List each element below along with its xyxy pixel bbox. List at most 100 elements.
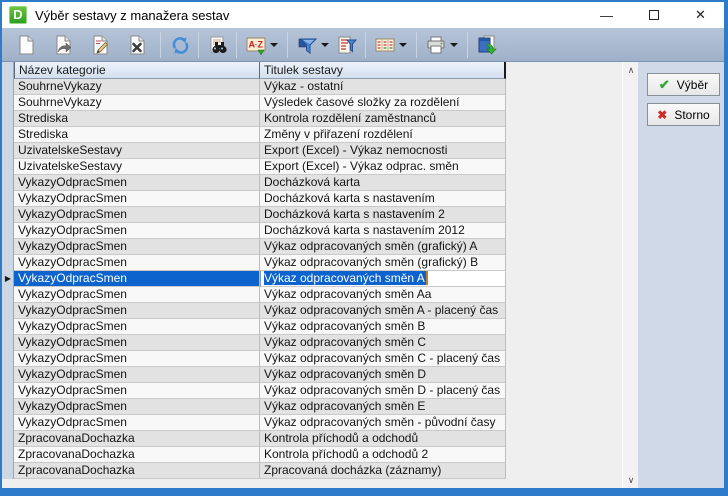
category-cell[interactable]: SouhrneVykazy bbox=[14, 79, 260, 95]
table-row[interactable]: StrediskaKontrola rozdělení zaměstnanců bbox=[14, 111, 506, 127]
table-row[interactable]: ZpracovanaDochazkaKontrola příchodů a od… bbox=[14, 447, 506, 463]
copy-report-button[interactable] bbox=[49, 31, 76, 59]
close-button[interactable]: ✕ bbox=[677, 2, 724, 28]
print-dropdown-icon[interactable] bbox=[450, 43, 458, 47]
table-row[interactable]: VykazyOdpracSmenVýkaz odpracovaných směn… bbox=[14, 287, 506, 303]
category-cell[interactable]: VykazyOdpracSmen bbox=[14, 415, 260, 431]
table-row[interactable]: VykazyOdpracSmenVýkaz odpracovaných směn… bbox=[14, 255, 506, 271]
table-row[interactable]: VykazyOdpracSmenVýkaz odpracovaných směn… bbox=[14, 383, 506, 399]
column-layout-button[interactable] bbox=[371, 31, 398, 59]
table-row[interactable]: VykazyOdpracSmenVýkaz odpracovaných směn… bbox=[14, 335, 506, 351]
table-row[interactable]: StrediskaZměny v přiřazení rozdělení bbox=[14, 127, 506, 143]
title-cell[interactable]: Výkaz odpracovaných směn - původní časy bbox=[260, 415, 506, 431]
table-row[interactable]: VykazyOdpracSmenVýkaz odpracovaných směn… bbox=[14, 399, 506, 415]
category-cell[interactable]: Strediska bbox=[14, 127, 260, 143]
title-cell[interactable]: Výkaz odpracovaných směn A - placený čas bbox=[260, 303, 506, 319]
minimize-button[interactable]: — bbox=[583, 2, 630, 28]
category-cell[interactable]: UzivatelskeSestavy bbox=[14, 143, 260, 159]
edit-report-button[interactable] bbox=[86, 31, 113, 59]
title-cell[interactable]: Výsledek časové složky za rozdělení bbox=[260, 95, 506, 111]
filter-settings-button[interactable] bbox=[333, 31, 360, 59]
table-row[interactable]: VykazyOdpracSmenVýkaz odpracovaných směn… bbox=[14, 415, 506, 431]
table-row[interactable]: VykazyOdpracSmenVýkaz odpracovaných směn… bbox=[14, 351, 506, 367]
table-row[interactable]: ZpracovanaDochazkaZpracovaná docházka (z… bbox=[14, 463, 506, 479]
category-cell[interactable]: VykazyOdpracSmen bbox=[14, 223, 260, 239]
table-row[interactable]: UzivatelskeSestavyExport (Excel) - Výkaz… bbox=[14, 159, 506, 175]
sort-dropdown-icon[interactable] bbox=[270, 43, 278, 47]
title-cell[interactable]: Export (Excel) - Výkaz odprac. směn bbox=[260, 159, 506, 175]
new-report-button[interactable] bbox=[12, 31, 39, 59]
category-cell[interactable]: VykazyOdpracSmen bbox=[14, 319, 260, 335]
table-row[interactable]: VykazyOdpracSmenVýkaz odpracovaných směn… bbox=[14, 367, 506, 383]
title-cell[interactable]: Výkaz odpracovaných směn A bbox=[260, 271, 506, 287]
table-row[interactable]: ZpracovanaDochazkaKontrola příchodů a od… bbox=[14, 431, 506, 447]
title-cell[interactable]: Docházková karta bbox=[260, 175, 506, 191]
title-cell[interactable]: Výkaz odpracovaných směn C bbox=[260, 335, 506, 351]
title-cell[interactable]: Výkaz odpracovaných směn D - placený čas bbox=[260, 383, 506, 399]
title-cell[interactable]: Výkaz odpracovaných směn (grafický) A bbox=[260, 239, 506, 255]
title-cell[interactable]: Docházková karta s nastavením 2012 bbox=[260, 223, 506, 239]
category-cell[interactable]: VykazyOdpracSmen bbox=[14, 239, 260, 255]
export-button[interactable] bbox=[473, 31, 500, 59]
refresh-button[interactable] bbox=[166, 31, 193, 59]
category-cell[interactable]: VykazyOdpracSmen bbox=[14, 383, 260, 399]
select-button[interactable]: ✔ Výběr bbox=[647, 73, 720, 96]
columns-dropdown-icon[interactable] bbox=[399, 43, 407, 47]
table-row[interactable]: UzivatelskeSestavyExport (Excel) - Výkaz… bbox=[14, 143, 506, 159]
table-row[interactable]: SouhrneVykazyVýkaz - ostatní bbox=[14, 79, 506, 95]
table-row[interactable]: VykazyOdpracSmenVýkaz odpracovaných směn… bbox=[14, 319, 506, 335]
title-cell[interactable]: Kontrola příchodů a odchodů bbox=[260, 431, 506, 447]
category-cell[interactable]: VykazyOdpracSmen bbox=[14, 351, 260, 367]
scroll-up-icon[interactable]: ∧ bbox=[623, 62, 639, 78]
sort-az-button[interactable]: A - Z bbox=[242, 31, 269, 59]
table-row[interactable]: VykazyOdpracSmenVýkaz odpracovaných směn… bbox=[14, 239, 506, 255]
title-cell[interactable]: Výkaz odpracovaných směn E bbox=[260, 399, 506, 415]
table-row[interactable]: VykazyOdpracSmenDocházková karta s nasta… bbox=[14, 207, 506, 223]
category-cell[interactable]: SouhrneVykazy bbox=[14, 95, 260, 111]
table-row[interactable]: VykazyOdpracSmenVýkaz odpracovaných směn… bbox=[14, 303, 506, 319]
find-report-button[interactable] bbox=[204, 31, 231, 59]
title-cell[interactable]: Změny v přiřazení rozdělení bbox=[260, 127, 506, 143]
table-row-selected[interactable]: VykazyOdpracSmenVýkaz odpracovaných směn… bbox=[14, 271, 506, 287]
title-cell[interactable]: Kontrola příchodů a odchodů 2 bbox=[260, 447, 506, 463]
delete-report-button[interactable] bbox=[123, 31, 150, 59]
category-cell[interactable]: ZpracovanaDochazka bbox=[14, 431, 260, 447]
title-cell[interactable]: Docházková karta s nastavením bbox=[260, 191, 506, 207]
title-cell[interactable]: Kontrola rozdělení zaměstnanců bbox=[260, 111, 506, 127]
category-cell[interactable]: ZpracovanaDochazka bbox=[14, 463, 260, 479]
print-button[interactable] bbox=[422, 31, 449, 59]
category-cell[interactable]: VykazyOdpracSmen bbox=[14, 399, 260, 415]
title-cell[interactable]: Výkaz odpracovaných směn C - placený čas bbox=[260, 351, 506, 367]
column-header-category[interactable]: Název kategorie bbox=[14, 62, 260, 79]
category-cell[interactable]: VykazyOdpracSmen bbox=[14, 303, 260, 319]
category-cell[interactable]: VykazyOdpracSmen bbox=[14, 191, 260, 207]
title-cell[interactable]: Výkaz odpracovaných směn B bbox=[260, 319, 506, 335]
category-cell[interactable]: VykazyOdpracSmen bbox=[14, 271, 260, 287]
title-cell[interactable]: Výkaz odpracovaných směn Aa bbox=[260, 287, 506, 303]
title-cell[interactable]: Docházková karta s nastavením 2 bbox=[260, 207, 506, 223]
title-cell[interactable]: Zpracovaná docházka (záznamy) bbox=[260, 463, 506, 479]
title-cell[interactable]: Výkaz - ostatní bbox=[260, 79, 506, 95]
cancel-button[interactable]: ✖ Storno bbox=[647, 103, 720, 126]
table-row[interactable]: VykazyOdpracSmenDocházková karta bbox=[14, 175, 506, 191]
table-row[interactable]: SouhrneVykazyVýsledek časové složky za r… bbox=[14, 95, 506, 111]
title-cell[interactable]: Výkaz odpracovaných směn D bbox=[260, 367, 506, 383]
category-cell[interactable]: VykazyOdpracSmen bbox=[14, 287, 260, 303]
maximize-button[interactable] bbox=[630, 2, 677, 28]
scroll-down-icon[interactable]: ∨ bbox=[623, 472, 639, 488]
category-cell[interactable]: UzivatelskeSestavy bbox=[14, 159, 260, 175]
category-cell[interactable]: VykazyOdpracSmen bbox=[14, 335, 260, 351]
category-cell[interactable]: VykazyOdpracSmen bbox=[14, 367, 260, 383]
category-cell[interactable]: VykazyOdpracSmen bbox=[14, 255, 260, 271]
title-cell[interactable]: Export (Excel) - Výkaz nemocnosti bbox=[260, 143, 506, 159]
table-row[interactable]: VykazyOdpracSmenDocházková karta s nasta… bbox=[14, 191, 506, 207]
category-cell[interactable]: ZpracovanaDochazka bbox=[14, 447, 260, 463]
category-cell[interactable]: Strediska bbox=[14, 111, 260, 127]
filter-dropdown-icon[interactable] bbox=[321, 43, 329, 47]
title-cell[interactable]: Výkaz odpracovaných směn (grafický) B bbox=[260, 255, 506, 271]
filter-button[interactable] bbox=[293, 31, 320, 59]
category-cell[interactable]: VykazyOdpracSmen bbox=[14, 175, 260, 191]
table-row[interactable]: VykazyOdpracSmenDocházková karta s nasta… bbox=[14, 223, 506, 239]
category-cell[interactable]: VykazyOdpracSmen bbox=[14, 207, 260, 223]
column-header-title[interactable]: Titulek sestavy bbox=[260, 62, 506, 79]
